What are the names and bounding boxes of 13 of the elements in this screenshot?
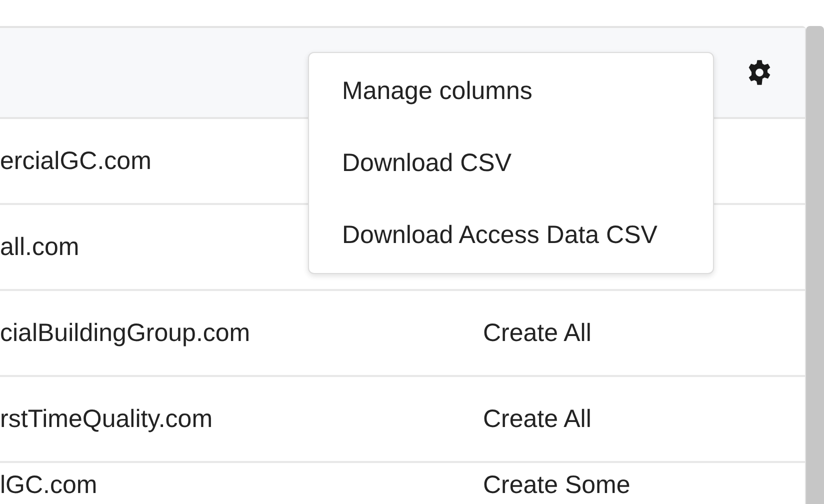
menu-item[interactable]: Download Access Data CSV <box>309 199 713 271</box>
menu-item[interactable]: Manage columns <box>309 55 713 127</box>
menu-item[interactable]: Download CSV <box>309 127 713 199</box>
table-cell: lGC.com <box>0 471 98 499</box>
table-cell: ercialGC.com <box>0 146 152 174</box>
table-cell: rstTimeQuality.com <box>0 404 213 432</box>
table-cell: Create All <box>483 404 592 434</box>
scrollbar[interactable] <box>806 26 824 504</box>
table-cell: Create All <box>483 318 592 348</box>
settings-icon[interactable] <box>746 59 773 86</box>
table-cell: all.com <box>0 232 80 260</box>
table-cell: Create Some <box>483 471 630 500</box>
table-cell: cialBuildingGroup.com <box>0 318 250 346</box>
